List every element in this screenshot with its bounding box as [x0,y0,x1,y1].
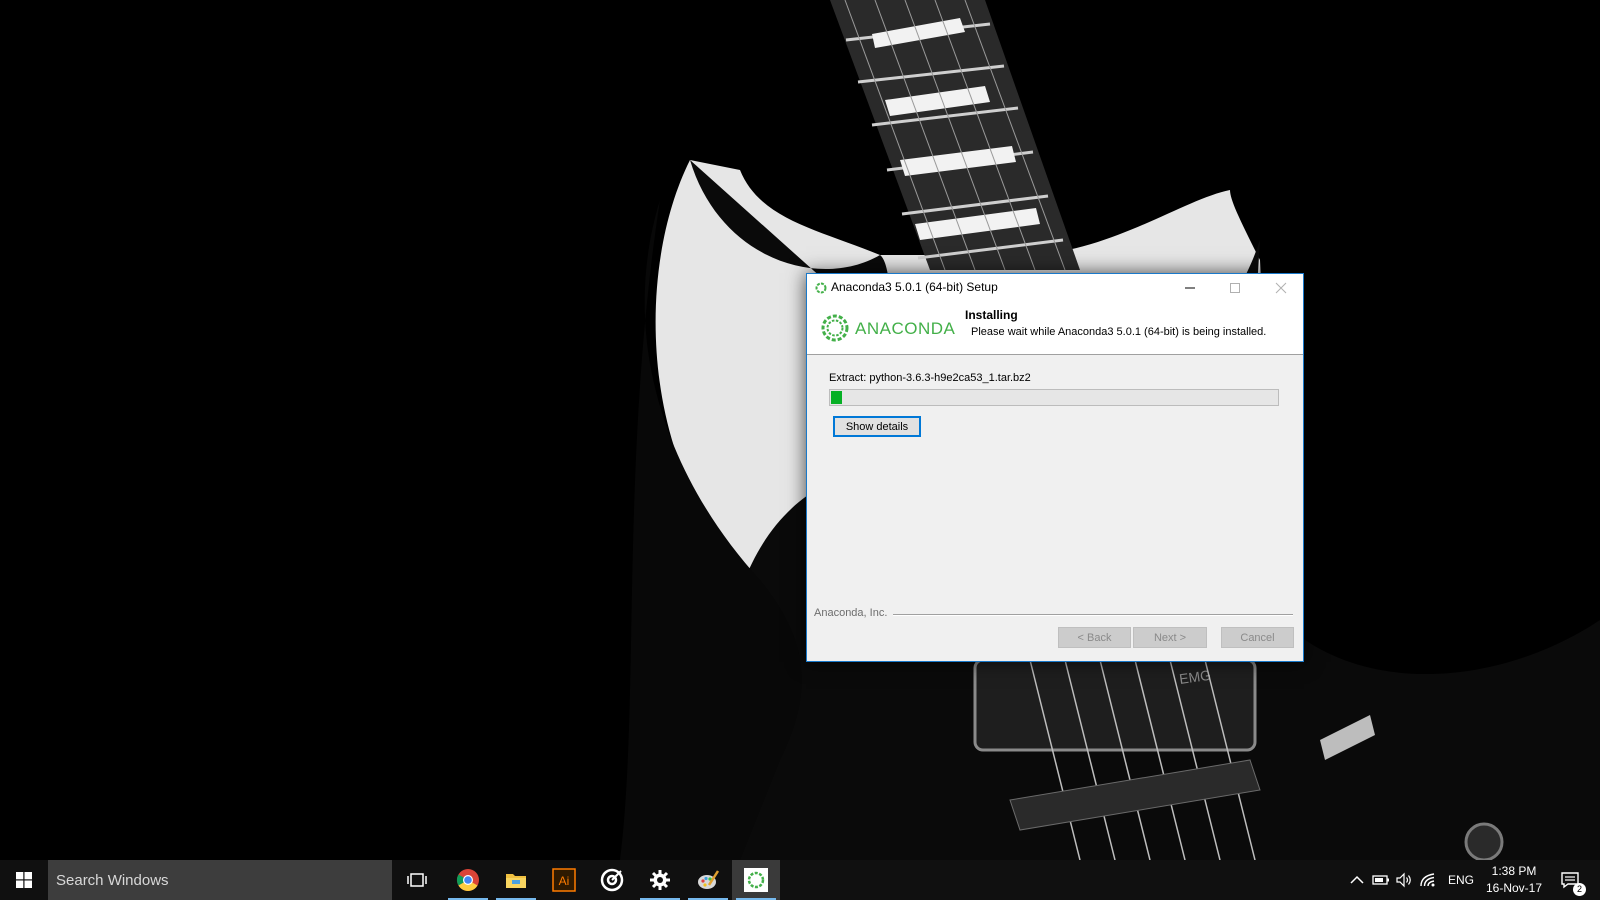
cancel-button[interactable]: Cancel [1221,627,1294,648]
install-progress-bar [829,389,1279,406]
progress-fill [831,391,843,404]
search-input[interactable] [48,860,392,900]
battery-icon[interactable] [1371,870,1391,890]
paint-palette-icon [698,870,720,889]
task-view-button[interactable] [393,860,441,900]
illustrator-label: Ai [559,874,570,888]
anaconda-setup-window[interactable]: Anaconda3 5.0.1 (64-bit) Setup ANACONDA … [806,273,1304,662]
maximize-button[interactable] [1212,274,1258,302]
taskbar-paint[interactable] [684,860,732,900]
taskbar-chrome[interactable] [444,860,492,900]
show-details-button[interactable]: Show details [833,416,921,437]
anaconda-logo-text: ANACONDA [855,319,956,338]
back-button[interactable]: < Back [1058,627,1131,648]
installer-header: ANACONDA Installing Please wait while An… [807,302,1303,355]
show-hidden-icons-chevron-up-icon[interactable] [1347,870,1367,890]
title-bar[interactable]: Anaconda3 5.0.1 (64-bit) Setup [807,274,1303,302]
maximize-icon [1230,283,1240,293]
gear-icon [650,870,670,890]
start-button[interactable] [0,860,48,900]
taskbar-target-app[interactable] [588,860,636,900]
anaconda-logo-icon [821,314,849,342]
taskbar: Ai [0,860,1600,900]
next-button[interactable]: Next > [1133,627,1207,648]
taskbar-settings[interactable] [636,860,684,900]
network-icon[interactable] [1418,870,1438,890]
header-subtitle: Please wait while Anaconda3 5.0.1 (64-bi… [971,326,1267,338]
minimize-icon [1185,287,1195,289]
footer-divider [893,614,1293,616]
chrome-icon [457,869,479,891]
notification-count-badge: 2 [1573,883,1586,896]
volume-icon[interactable] [1394,870,1414,890]
clock-time[interactable]: 1:38 PM [1474,864,1554,878]
illustrator-icon: Ai [552,868,576,892]
folder-icon [506,874,526,888]
target-icon [600,868,624,892]
taskbar-anaconda-setup[interactable] [732,860,780,900]
windows-logo-icon [16,872,32,888]
close-button[interactable] [1258,274,1304,302]
header-title: Installing [965,308,1018,322]
minimize-button[interactable] [1167,274,1213,302]
window-title: Anaconda3 5.0.1 (64-bit) Setup [831,280,998,294]
taskbar-illustrator[interactable]: Ai [540,860,588,900]
taskbar-file-explorer[interactable] [492,860,540,900]
language-indicator[interactable]: ENG [1448,873,1474,887]
anaconda-taskbar-icon [744,868,768,892]
anaconda-logo: ANACONDA [819,311,955,345]
desktop-wallpaper: EMG [0,0,1600,860]
brand-label: Anaconda, Inc. [814,607,888,619]
taskbar-search[interactable] [48,860,392,900]
anaconda-icon [815,282,827,294]
close-icon [1275,282,1287,294]
task-view-icon [407,873,427,887]
install-status-text: Extract: python-3.6.3-h9e2ca53_1.tar.bz2 [829,372,1031,384]
clock-date[interactable]: 16-Nov-17 [1474,881,1554,895]
